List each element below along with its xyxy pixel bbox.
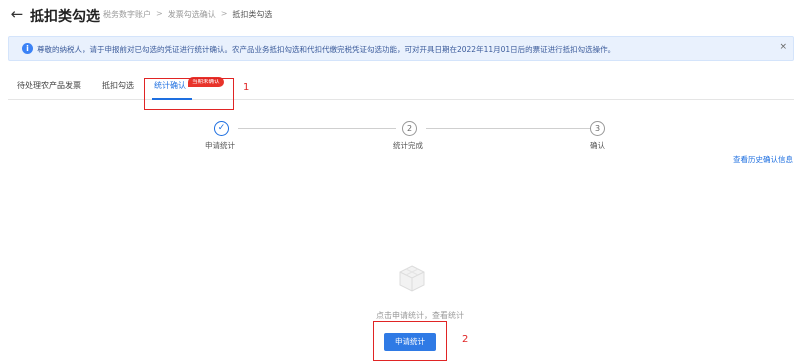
progress-steps: ✓ 2 3 申请统计 统计完成 确认 xyxy=(0,0,800,160)
annotation-number: 2 xyxy=(462,334,469,345)
step-label: 统计完成 xyxy=(393,141,423,150)
step-number: 3 xyxy=(590,121,605,136)
step-label: 申请统计 xyxy=(205,141,235,150)
step-check-icon: ✓ xyxy=(214,121,229,136)
step-connector xyxy=(238,128,396,129)
step-connector xyxy=(426,128,590,129)
step-label: 确认 xyxy=(590,141,605,150)
empty-state-text: 点击申请统计，查看统计 xyxy=(376,311,464,320)
step-number: 2 xyxy=(402,121,417,136)
history-confirm-link[interactable]: 查看历史确认信息 xyxy=(733,154,793,165)
highlight-box-button xyxy=(373,321,447,361)
empty-box-icon xyxy=(399,265,425,292)
